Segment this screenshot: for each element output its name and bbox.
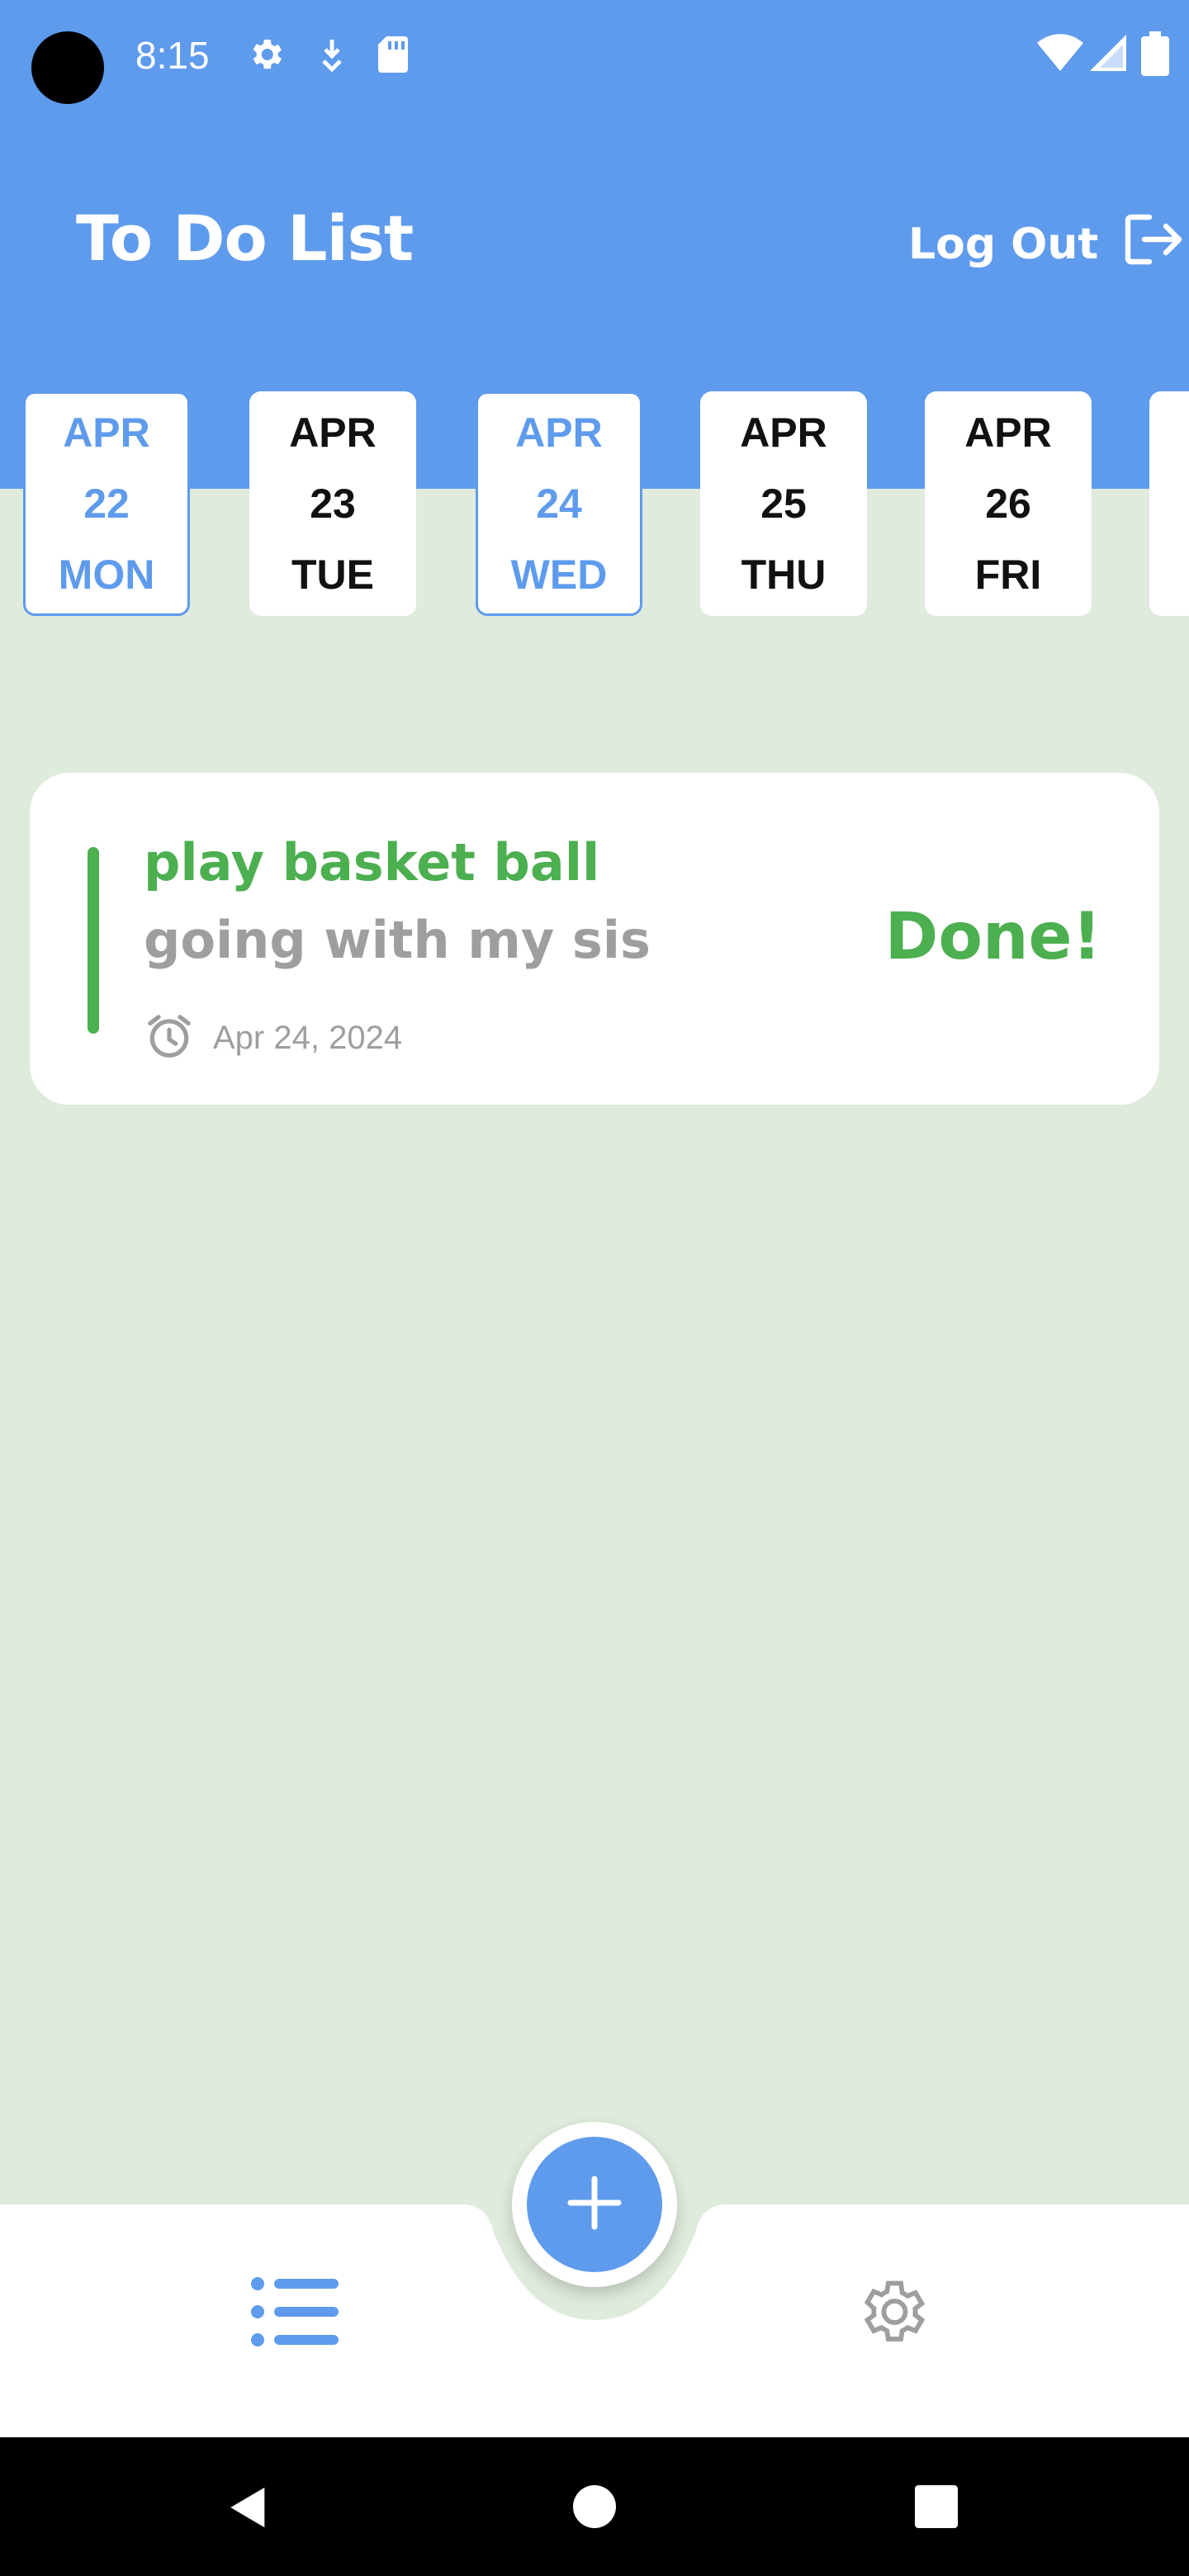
date-card-apr-22[interactable]: APR 22 MON [23,391,190,616]
status-time: 8:15 [135,34,210,77]
logout-icon [1123,212,1184,277]
nav-tasks-tab[interactable] [249,2274,340,2353]
date-day: 26 [985,481,1031,527]
task-status: Done! [884,900,1101,974]
date-day: 23 [310,481,356,527]
date-card-partial[interactable] [1149,391,1189,616]
task-card[interactable]: play basket ball going with my sis Apr 2… [30,773,1159,1105]
system-nav-bar [0,2437,1189,2576]
page-title: To Do List [76,201,414,275]
status-bar: 8:15 [0,0,1189,116]
camera-cutout [31,31,104,104]
task-date-row: Apr 24, 2024 [144,1011,402,1065]
sd-card-status-icon [377,35,410,78]
cell-signal-icon [1090,33,1126,76]
logout-label: Log Out [908,220,1099,269]
task-description: going with my sis [144,910,651,970]
home-icon[interactable] [573,2485,616,2531]
date-day: 25 [760,481,807,527]
date-month: APR [515,410,603,456]
plus-icon [566,2174,623,2235]
date-weekday: WED [510,552,608,598]
task-date: Apr 24, 2024 [213,1019,403,1056]
back-icon[interactable] [225,2484,272,2535]
wifi-icon [1037,33,1083,76]
add-task-button[interactable] [527,2137,662,2272]
date-day: 22 [83,481,130,527]
list-icon [249,2277,340,2353]
task-color-bar [88,847,99,1034]
download-status-icon [315,35,348,78]
logout-button[interactable]: Log Out [908,211,1184,277]
alarm-clock-icon [144,1011,195,1065]
date-card-apr-23[interactable]: APR 23 TUE [249,391,416,616]
date-card-apr-26[interactable]: APR 26 FRI [925,391,1092,616]
gear-icon [854,2280,930,2353]
date-weekday: MON [58,552,155,598]
date-month: APR [63,410,150,456]
settings-status-icon [246,35,286,78]
date-strip[interactable]: APR 22 MON APR 23 TUE APR 24 WED APR 25 … [0,388,1189,619]
date-card-apr-24[interactable]: APR 24 WED [476,391,642,616]
nav-settings-tab[interactable] [854,2274,930,2353]
date-month: APR [740,410,827,456]
task-title: play basket ball [144,832,600,893]
date-weekday: THU [741,552,827,598]
recents-icon[interactable] [915,2485,958,2531]
date-day: 24 [536,481,582,527]
date-card-apr-25[interactable]: APR 25 THU [700,391,867,616]
date-weekday: FRI [974,552,1042,598]
battery-icon [1141,31,1169,79]
date-weekday: TUE [291,552,374,598]
date-month: APR [289,410,377,456]
date-month: APR [964,410,1052,456]
